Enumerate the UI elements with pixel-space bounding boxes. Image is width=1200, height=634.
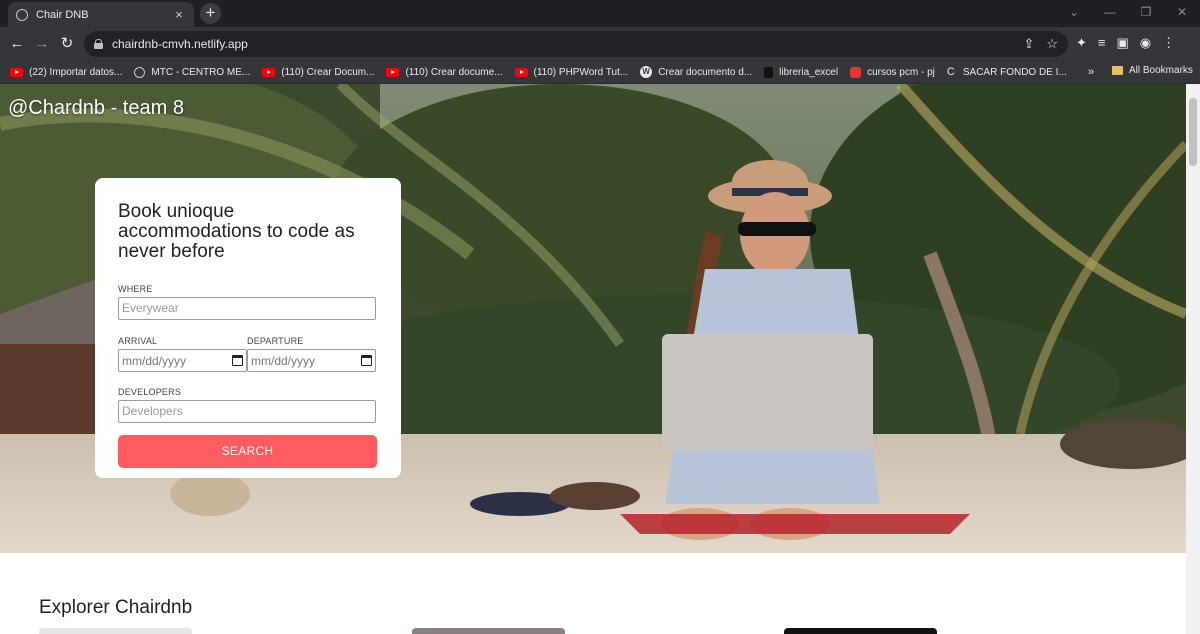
profile-avatar-icon[interactable]: ◉ — [1140, 35, 1151, 51]
window-controls: ⌄ — ❐ ✕ — [1056, 0, 1200, 27]
youtube-icon — [262, 67, 276, 77]
share-icon[interactable]: ⇪ — [1023, 36, 1034, 52]
menu-kebab-icon[interactable]: ⋮ — [1162, 35, 1175, 51]
departure-date-placeholder: mm/dd/yyyy — [251, 353, 316, 368]
bookmark-label: (110) Crear docume... — [405, 66, 503, 78]
reload-icon[interactable]: ↻ — [58, 35, 76, 53]
scrollbar-thumb[interactable] — [1189, 98, 1197, 166]
where-group: WHERE Everywear — [118, 284, 378, 320]
new-tab-button[interactable]: + — [200, 3, 221, 24]
page-scrollbar[interactable] — [1186, 84, 1200, 634]
bookmark-item[interactable]: MTC - CENTRO ME... — [134, 66, 251, 78]
wordpress-icon: W — [640, 66, 653, 78]
reading-list-icon[interactable]: ≡ — [1098, 35, 1106, 51]
where-label: WHERE — [118, 284, 153, 294]
extensions-puzzle-icon[interactable]: ✦ — [1076, 35, 1087, 51]
bookmark-label: SACAR FONDO DE I... — [962, 66, 1067, 78]
booking-form-card: Book unioque accommodations to code as n… — [95, 178, 401, 478]
bookmark-item[interactable]: W Crear documento d... — [640, 66, 752, 78]
developers-input[interactable]: Developers — [118, 400, 376, 423]
bookmark-item[interactable]: (22) Importar datos... — [10, 67, 122, 78]
explore-card-thumbnail[interactable] — [784, 628, 937, 634]
bookmark-label: (110) Crear Docum... — [281, 66, 375, 78]
bookmark-item[interactable]: libreria_excel — [764, 66, 839, 78]
departure-date-input[interactable]: mm/dd/yyyy — [247, 349, 376, 372]
browser-tab[interactable]: Chair DNB × — [8, 2, 194, 27]
bookmarks-bar: (22) Importar datos... MTC - CENTRO ME..… — [0, 61, 1200, 84]
dates-row: ARRIVAL mm/dd/yyyy DEPARTURE mm/dd/yyyy — [118, 336, 378, 372]
site-icon — [850, 66, 862, 78]
forward-arrow-icon[interactable]: → — [33, 35, 51, 53]
explorer-section-title: Explorer Chairdnb — [39, 597, 193, 618]
site-favicon-icon — [16, 8, 28, 21]
brand-title[interactable]: @Chardnb - team 8 — [8, 97, 184, 120]
c-icon: C — [946, 66, 955, 78]
bookmark-label: cursos pcm - pj — [867, 66, 935, 78]
folder-icon — [1112, 66, 1123, 75]
bookmark-label: (110) PHPWord Tut... — [533, 66, 629, 78]
page-viewport: @Chardnb - team 8 Book unioque accommoda… — [0, 84, 1200, 634]
bookmark-icon — [764, 66, 774, 78]
arrival-label: ARRIVAL — [118, 336, 158, 346]
bookmark-item[interactable]: (110) PHPWord Tut... — [514, 66, 629, 78]
developers-label: DEVELOPERS — [118, 387, 182, 397]
back-arrow-icon[interactable]: ← — [8, 35, 26, 53]
minimize-button[interactable]: — — [1092, 0, 1128, 27]
bookmark-label: libreria_excel — [779, 66, 839, 78]
calendar-icon[interactable] — [361, 355, 372, 366]
departure-group: DEPARTURE mm/dd/yyyy — [247, 336, 376, 372]
all-bookmarks-label: All Bookmarks — [1129, 65, 1193, 76]
lock-icon[interactable] — [94, 39, 103, 49]
url-text[interactable]: chairdnb-cmvh.netlify.app — [112, 37, 248, 51]
extension-icons: ✦ ≡ ▣ ◉ ⋮ — [1076, 35, 1175, 51]
browser-toolbar: ← → ↻ chairdnb-cmvh.netlify.app ⇪ ☆ ✦ ≡ … — [0, 27, 1200, 61]
globe-icon — [134, 66, 146, 78]
close-window-button[interactable]: ✕ — [1164, 0, 1200, 27]
explore-card-thumbnail[interactable] — [412, 628, 565, 634]
bookmark-item[interactable]: (110) Crear Docum... — [262, 67, 374, 78]
youtube-icon — [514, 67, 528, 77]
arrival-date-placeholder: mm/dd/yyyy — [122, 353, 187, 368]
developers-group: DEVELOPERS Developers — [118, 387, 378, 423]
bookmark-label: (22) Importar datos... — [29, 66, 123, 78]
bookmark-star-icon[interactable]: ☆ — [1046, 36, 1058, 52]
bookmark-item[interactable]: C SACAR FONDO DE I... — [947, 66, 1067, 78]
hero-banner: @Chardnb - team 8 Book unioque accommoda… — [0, 84, 1186, 553]
bookmarks-overflow-icon[interactable]: » — [1088, 66, 1094, 78]
where-input[interactable]: Everywear — [118, 297, 376, 320]
arrival-group: ARRIVAL mm/dd/yyyy — [118, 336, 247, 372]
omnibox-actions: ⇪ ☆ — [1023, 36, 1058, 52]
explore-card-thumbnail[interactable] — [39, 628, 192, 634]
bookmark-label: Crear documento d... — [658, 66, 753, 78]
departure-label: DEPARTURE — [247, 336, 304, 346]
side-panel-icon[interactable]: ▣ — [1117, 35, 1129, 51]
bookmark-label: MTC - CENTRO ME... — [151, 66, 251, 78]
search-button[interactable]: SEARCH — [118, 435, 377, 468]
booking-form-heading: Book unioque accommodations to code as n… — [118, 201, 355, 262]
youtube-icon — [10, 67, 23, 77]
arrival-date-input[interactable]: mm/dd/yyyy — [118, 349, 247, 372]
tab-title: Chair DNB — [36, 8, 89, 21]
address-bar[interactable]: chairdnb-cmvh.netlify.app ⇪ ☆ — [84, 31, 1068, 57]
youtube-icon — [386, 67, 400, 77]
all-bookmarks-button[interactable]: All Bookmarks — [1112, 65, 1193, 76]
tab-close-icon[interactable]: × — [172, 7, 186, 22]
tab-search-icon[interactable]: ⌄ — [1056, 0, 1092, 27]
bookmark-item[interactable]: cursos pcm - pj — [850, 66, 935, 78]
calendar-icon[interactable] — [232, 355, 243, 366]
restore-button[interactable]: ❐ — [1128, 0, 1164, 27]
bookmark-item[interactable]: (110) Crear docume... — [386, 66, 503, 78]
browser-tab-bar: Chair DNB × + ⌄ — ❐ ✕ — [0, 0, 1200, 27]
